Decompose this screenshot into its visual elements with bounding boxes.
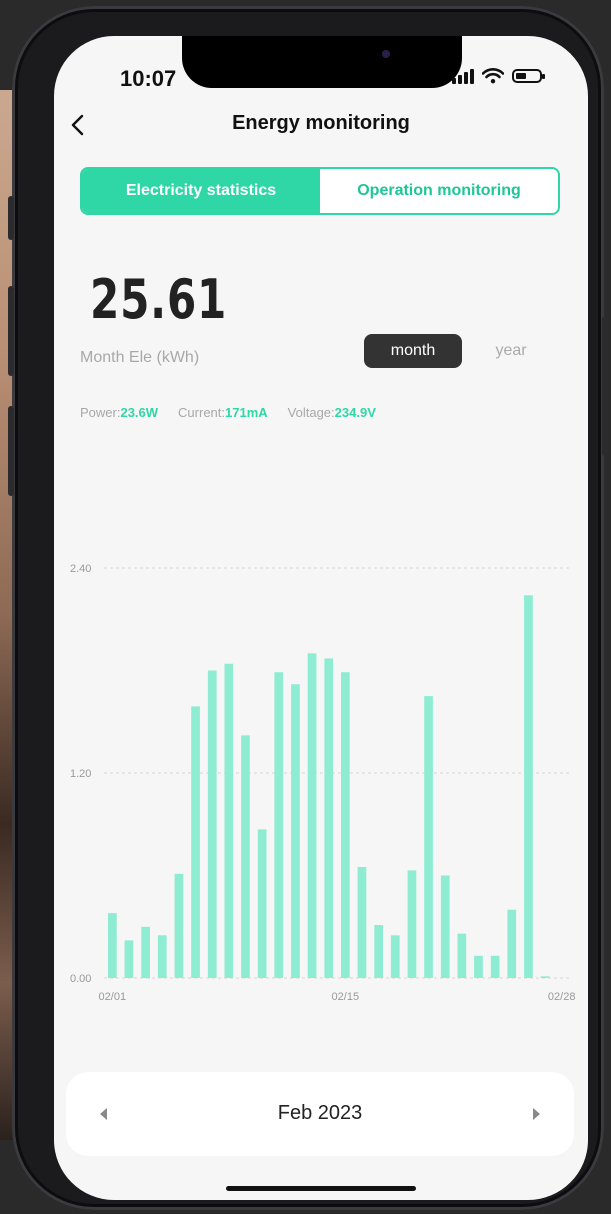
chart-bar[interactable] bbox=[457, 933, 467, 978]
voltage-label: Voltage: bbox=[287, 405, 335, 420]
chart-bar[interactable] bbox=[474, 955, 483, 978]
app-screen: 10:07 Energy monitoring Electricity stat… bbox=[54, 36, 588, 1200]
camera-icon bbox=[382, 50, 390, 58]
current-period-label: Feb 2023 bbox=[277, 1102, 363, 1124]
chart-bar[interactable] bbox=[307, 653, 317, 978]
chart-bar[interactable] bbox=[424, 696, 433, 978]
tab-switcher: Electricity statistics Operation monitor… bbox=[80, 167, 560, 215]
y-tick-label: 0.00 bbox=[70, 973, 91, 985]
date-navigator: Feb 2023 bbox=[66, 1072, 574, 1156]
year-button[interactable]: year bbox=[484, 334, 538, 368]
next-month-icon[interactable] bbox=[533, 1108, 540, 1120]
chart-bar[interactable] bbox=[207, 670, 217, 979]
chart-bar[interactable] bbox=[374, 925, 383, 978]
current-value: 171mA bbox=[225, 405, 268, 420]
voltage-metric: Voltage:234.9V bbox=[288, 405, 376, 420]
chart-bar[interactable] bbox=[157, 935, 167, 978]
chart-bar[interactable] bbox=[524, 595, 533, 978]
chart-bar[interactable] bbox=[341, 672, 350, 978]
power-metric: Power:23.6W bbox=[80, 405, 158, 420]
chart-bar[interactable] bbox=[440, 875, 450, 979]
battery-icon bbox=[512, 69, 545, 83]
live-metrics: Power:23.6W Current:171mA Voltage:234.9V bbox=[80, 405, 376, 420]
signal-icon bbox=[452, 68, 474, 84]
status-time: 10:07 bbox=[120, 66, 177, 91]
chart-bar[interactable] bbox=[141, 926, 150, 979]
power-value: 23.6W bbox=[120, 405, 159, 420]
chart-bar[interactable] bbox=[174, 873, 184, 978]
phone-power-button bbox=[602, 316, 608, 456]
power-label: Power: bbox=[80, 405, 121, 420]
chart-bar[interactable] bbox=[191, 706, 200, 978]
energy-total-value: 25.61 bbox=[90, 268, 228, 331]
phone-volume-up bbox=[8, 286, 14, 376]
chart-bar[interactable] bbox=[540, 976, 550, 978]
voltage-value: 234.9V bbox=[334, 405, 376, 420]
phone-frame: 10:07 Energy monitoring Electricity stat… bbox=[8, 6, 608, 1210]
chart-bar[interactable] bbox=[108, 913, 117, 978]
phone-volume-down bbox=[8, 406, 14, 496]
tab-operation-monitoring[interactable]: Operation monitoring bbox=[320, 169, 558, 213]
page-title: Energy monitoring bbox=[232, 112, 410, 134]
x-tick-label: 02/01 bbox=[99, 991, 127, 1003]
chart-bar[interactable] bbox=[241, 735, 250, 978]
y-tick-label: 2.40 bbox=[70, 563, 91, 575]
chart-bar[interactable] bbox=[257, 829, 267, 978]
energy-unit-label: Month Ele (kWh) bbox=[80, 349, 200, 366]
status-icons bbox=[452, 68, 545, 84]
chart-bar[interactable] bbox=[291, 684, 300, 978]
chart-bar[interactable] bbox=[490, 955, 500, 978]
x-tick-label: 02/15 bbox=[332, 991, 360, 1003]
chart-bar[interactable] bbox=[124, 940, 134, 978]
energy-bar-chart[interactable]: 0.00 1.20 2.40 02/01 02/15 02/28 bbox=[54, 556, 588, 1006]
notch bbox=[182, 36, 462, 88]
chart-bar[interactable] bbox=[357, 867, 367, 978]
phone-mute-switch bbox=[8, 196, 14, 240]
current-metric: Current:171mA bbox=[178, 405, 268, 420]
chart-bar[interactable] bbox=[224, 663, 234, 978]
tab-electricity-statistics[interactable]: Electricity statistics bbox=[82, 169, 320, 213]
chart-bar[interactable] bbox=[274, 672, 284, 978]
chart-bar[interactable] bbox=[507, 909, 517, 978]
x-tick-label: 02/28 bbox=[548, 991, 576, 1003]
chart-bar[interactable] bbox=[407, 870, 417, 978]
home-indicator[interactable] bbox=[226, 1186, 416, 1191]
current-label: Current: bbox=[178, 405, 226, 420]
y-tick-label: 1.20 bbox=[70, 768, 91, 780]
month-button[interactable]: month bbox=[364, 334, 462, 368]
chart-bar[interactable] bbox=[324, 658, 334, 979]
wifi-icon bbox=[482, 68, 504, 84]
chart-bar[interactable] bbox=[390, 935, 400, 978]
